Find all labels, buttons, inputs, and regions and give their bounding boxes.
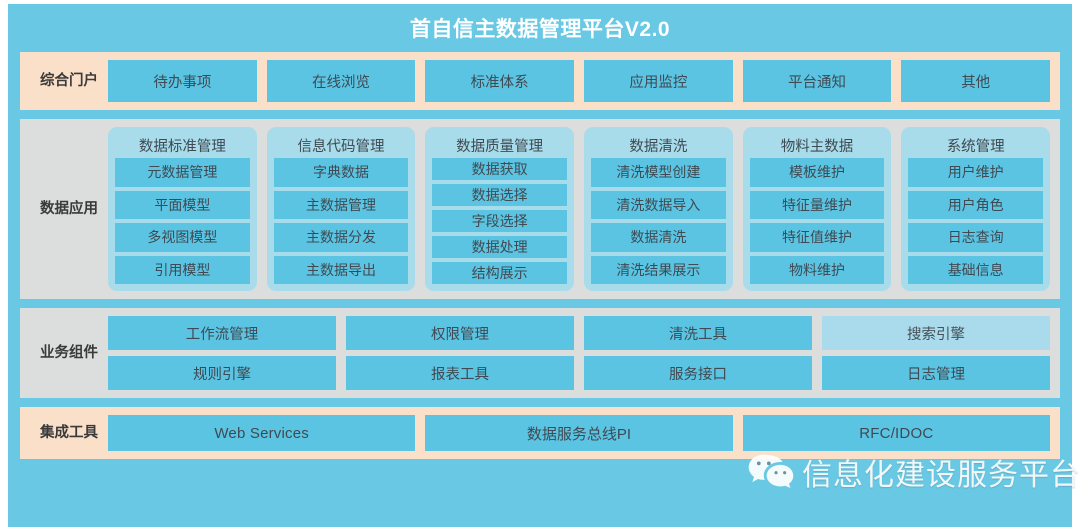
row-business-components: 业务组件 工作流管理 规则引擎 权限管理 报表工具 清洗工具 服务接口 搜索引擎… [20,308,1060,398]
app-item-basic-info[interactable]: 基础信息 [908,255,1044,284]
portal-item-standards[interactable]: 标准体系 [425,60,575,102]
portal-item-other[interactable]: 其他 [901,60,1051,102]
portal-item-online-view[interactable]: 在线浏览 [266,60,416,102]
app-item-feature-value-maint[interactable]: 特征值维护 [749,223,885,252]
app-item-feature-maint[interactable]: 特征量维护 [749,190,885,219]
biz-column-search: 搜索引擎 日志管理 [822,316,1050,390]
row-business-components-columns: 工作流管理 规则引擎 权限管理 报表工具 清洗工具 服务接口 搜索引擎 日志管理 [108,316,1050,390]
app-item-user-maint[interactable]: 用户维护 [908,158,1044,187]
app-column-items: 用户维护 用户角色 日志查询 基础信息 [908,158,1044,284]
app-item-structure-display[interactable]: 结构展示 [432,262,568,284]
app-item-cleansing-data-import[interactable]: 清洗数据导入 [591,190,726,219]
row-integration-tools-items: Web Services 数据服务总线PI RFC/IDOC [108,415,1050,451]
biz-item-permission-mgmt[interactable]: 权限管理 [346,316,574,350]
app-item-user-role[interactable]: 用户角色 [908,190,1044,219]
app-item-data-processing[interactable]: 数据处理 [432,236,568,258]
biz-item-cleansing-tool[interactable]: 清洗工具 [584,316,812,350]
app-item-field-selection[interactable]: 字段选择 [432,210,568,232]
integration-item-web-services[interactable]: Web Services [108,415,416,451]
app-item-material-maint[interactable]: 物料维护 [749,255,885,284]
app-item-flat-model[interactable]: 平面模型 [115,190,250,219]
biz-item-log-mgmt[interactable]: 日志管理 [822,356,1050,390]
integration-item-rfc-idoc[interactable]: RFC/IDOC [742,415,1050,451]
row-portal: 综合门户 待办事项 在线浏览 标准体系 应用监控 平台通知 其他 [20,52,1060,110]
app-item-master-data-dist[interactable]: 主数据分发 [273,223,409,252]
app-column-items: 模板维护 特征量维护 特征值维护 物料维护 [749,158,885,284]
app-item-data-cleansing[interactable]: 数据清洗 [591,223,726,252]
app-item-reference-model[interactable]: 引用模型 [115,255,250,284]
app-column-title: 数据质量管理 [456,138,544,155]
row-data-application-columns: 数据标准管理 元数据管理 平面模型 多视图模型 引用模型 信息代码管理 字典数据… [108,127,1051,291]
app-column-title: 系统管理 [946,138,1005,155]
biz-item-report-tool[interactable]: 报表工具 [346,356,574,390]
app-item-master-data-export[interactable]: 主数据导出 [273,255,409,284]
portal-item-app-monitor[interactable]: 应用监控 [584,60,733,102]
app-column-title: 物料主数据 [780,138,854,155]
biz-item-workflow-mgmt[interactable]: 工作流管理 [108,316,336,350]
architecture-diagram: 首自信主数据管理平台V2.0 综合门户 待办事项 在线浏览 标准体系 应用监控 … [0,0,1080,531]
app-item-template-maint[interactable]: 模板维护 [749,158,885,187]
app-column-title: 数据标准管理 [138,138,226,155]
app-item-master-data-mgmt[interactable]: 主数据管理 [273,190,409,219]
app-column-data-quality: 数据质量管理 数据获取 数据选择 字段选择 数据处理 结构展示 [425,127,575,291]
row-integration-tools: 集成工具 Web Services 数据服务总线PI RFC/IDOC [20,407,1060,459]
biz-column-permission: 权限管理 报表工具 [346,316,574,390]
app-column-system-mgmt: 系统管理 用户维护 用户角色 日志查询 基础信息 [901,127,1051,291]
app-column-info-code: 信息代码管理 字典数据 主数据管理 主数据分发 主数据导出 [266,127,416,291]
app-item-log-query[interactable]: 日志查询 [908,223,1044,252]
portal-item-notice[interactable]: 平台通知 [742,60,892,102]
app-item-cleansing-model-create[interactable]: 清洗模型创建 [591,158,726,187]
row-business-components-label: 业务组件 [40,344,98,361]
row-integration-tools-label: 集成工具 [40,424,98,441]
biz-column-cleansing: 清洗工具 服务接口 [584,316,812,390]
app-column-material-master: 物料主数据 模板维护 特征量维护 特征值维护 物料维护 [742,127,892,291]
row-portal-items: 待办事项 在线浏览 标准体系 应用监控 平台通知 其他 [108,60,1051,102]
portal-item-todo[interactable]: 待办事项 [108,60,257,102]
app-column-items: 字典数据 主数据管理 主数据分发 主数据导出 [273,158,409,284]
app-item-multiview-model[interactable]: 多视图模型 [115,223,250,252]
row-data-application-label: 数据应用 [40,200,98,217]
diagram-rows: 综合门户 待办事项 在线浏览 标准体系 应用监控 平台通知 其他 数据应用 数据… [8,52,1072,469]
app-item-data-selection[interactable]: 数据选择 [432,184,568,206]
page-title: 首自信主数据管理平台V2.0 [409,18,671,41]
app-item-data-acquisition[interactable]: 数据获取 [432,158,568,180]
biz-item-service-api[interactable]: 服务接口 [584,356,812,390]
app-item-dictionary-data[interactable]: 字典数据 [273,158,409,187]
biz-item-search-engine[interactable]: 搜索引擎 [822,316,1050,350]
app-column-data-standard: 数据标准管理 元数据管理 平面模型 多视图模型 引用模型 [108,127,257,291]
app-item-cleansing-result[interactable]: 清洗结果展示 [591,255,726,284]
row-portal-label: 综合门户 [40,72,98,89]
app-column-data-cleansing: 数据清洗 清洗模型创建 清洗数据导入 数据清洗 清洗结果展示 [584,127,733,291]
app-column-items: 数据获取 数据选择 字段选择 数据处理 结构展示 [432,158,568,284]
row-data-application: 数据应用 数据标准管理 元数据管理 平面模型 多视图模型 引用模型 信息代码管理 [20,119,1060,299]
app-column-items: 清洗模型创建 清洗数据导入 数据清洗 清洗结果展示 [591,158,726,284]
app-column-title: 数据清洗 [629,138,688,155]
biz-item-rule-engine[interactable]: 规则引擎 [108,356,336,390]
integration-item-data-service-bus[interactable]: 数据服务总线PI [425,415,733,451]
app-item-metadata-mgmt[interactable]: 元数据管理 [115,158,250,187]
app-column-title: 信息代码管理 [297,138,385,155]
biz-column-workflow: 工作流管理 规则引擎 [108,316,336,390]
app-column-items: 元数据管理 平面模型 多视图模型 引用模型 [115,158,250,284]
diagram-frame: 首自信主数据管理平台V2.0 综合门户 待办事项 在线浏览 标准体系 应用监控 … [8,4,1072,527]
